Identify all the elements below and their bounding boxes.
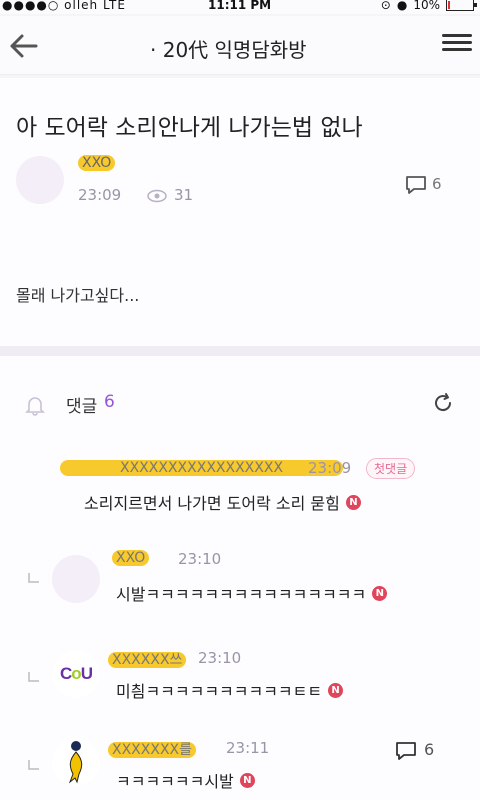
comment-text-content: 시발ㅋㅋㅋㅋㅋㅋㅋㅋㅋㅋㅋㅋㅋㅋㅋ bbox=[116, 585, 367, 604]
comment-text-content: ㅋㅋㅋㅋㅋㅋ시발 bbox=[116, 772, 234, 791]
post-body: 몰래 나가고싶다... bbox=[16, 286, 140, 305]
comment-text-content: 미칌ㅋㅋㅋㅋㅋㅋㅋㅋㅋㅋㅌㅌ bbox=[116, 682, 323, 701]
comment-author[interactable]: XXXXXXX를 bbox=[108, 739, 197, 759]
comment-text: ㅋㅋㅋㅋㅋㅋ시발 N bbox=[116, 768, 255, 792]
avatar[interactable] bbox=[52, 555, 100, 603]
new-badge: N bbox=[328, 682, 344, 698]
battery-icon bbox=[446, 0, 477, 11]
comments-label: 댓글 bbox=[66, 397, 98, 417]
refresh-icon[interactable] bbox=[432, 392, 454, 414]
comment-text: 미칌ㅋㅋㅋㅋㅋㅋㅋㅋㅋㅋㅌㅌ N bbox=[116, 678, 344, 702]
reply-arrow-icon bbox=[28, 760, 39, 770]
new-badge: N bbox=[345, 494, 361, 510]
comment-time: 23:10 bbox=[178, 550, 222, 568]
comment-author[interactable]: XXXXXX쓰 bbox=[108, 649, 187, 669]
comments-header: 댓글 6 bbox=[0, 356, 480, 446]
avatar[interactable] bbox=[52, 738, 100, 786]
cu-logo: CoU bbox=[60, 664, 93, 683]
avatar[interactable] bbox=[16, 156, 64, 204]
comment-time: 23:11 bbox=[226, 739, 270, 757]
post-time: 23:09 bbox=[78, 186, 122, 204]
comment-item: CoU XXXXXX쓰 23:10 미칌ㅋㅋㅋㅋㅋㅋㅋㅋㅋㅋㅌㅌ N bbox=[0, 646, 480, 726]
comment-time: 23:09 bbox=[308, 459, 352, 477]
comment-item: XXXXXXXXXXXXXXXXX 23:09 첫댓글 소리지르면서 나가면 도… bbox=[0, 446, 480, 516]
comment-bubble-icon bbox=[406, 176, 426, 194]
comment-author[interactable]: XXO bbox=[112, 550, 150, 566]
reply-arrow-icon bbox=[28, 672, 39, 682]
carrier-label: ●●●●○ olleh LTE bbox=[2, 0, 126, 12]
comment-text: 소리지르면서 나가면 도어락 소리 묻힘 N bbox=[84, 490, 361, 514]
yellow-ribbon-icon bbox=[68, 741, 83, 784]
post-views: 31 bbox=[174, 186, 194, 204]
post-author[interactable]: XXO bbox=[78, 155, 116, 171]
battery-percent: 10% bbox=[413, 0, 440, 12]
comment-text-content: 소리지르면서 나가면 도어락 소리 묻힘 bbox=[84, 494, 340, 513]
post-comment-count: 6 bbox=[432, 175, 442, 193]
status-right: ⊙ ● 10% bbox=[380, 0, 477, 12]
bell-icon[interactable] bbox=[24, 394, 46, 416]
top-nav: · 20代 익명담화방 bbox=[0, 16, 480, 75]
new-badge: N bbox=[239, 772, 255, 788]
lock-icon: ⊙ bbox=[380, 0, 391, 12]
avatar[interactable]: CoU bbox=[52, 650, 100, 698]
status-bar: ●●●●○ olleh LTE 11:11 PM ⊙ ● 10% bbox=[0, 0, 480, 14]
eye-icon bbox=[147, 189, 167, 203]
comment-item: XXO 23:10 시발ㅋㅋㅋㅋㅋㅋㅋㅋㅋㅋㅋㅋㅋㅋㅋ N bbox=[0, 541, 480, 621]
hamburger-menu-icon[interactable] bbox=[442, 30, 472, 60]
section-divider bbox=[0, 346, 480, 356]
post-title: 아 도어락 소리안나게 나가는법 없나 bbox=[16, 115, 363, 141]
comment-bubble-icon[interactable] bbox=[394, 740, 418, 762]
comments-section: 댓글 6 XXXXXXXXXXXXXXXXX 23:09 첫댓글 소리지르면서 … bbox=[0, 356, 480, 800]
board-title: · 20代 익명담화방 bbox=[150, 38, 307, 62]
comment-author[interactable]: XXXXXXXXXXXXXXXXX bbox=[60, 460, 344, 476]
new-badge: N bbox=[372, 585, 388, 601]
comment-time: 23:10 bbox=[198, 649, 242, 667]
clock: 11:11 PM bbox=[208, 0, 272, 12]
back-arrow-icon[interactable] bbox=[6, 28, 42, 64]
footer-comment-count: 6 bbox=[424, 740, 435, 759]
first-comment-badge: 첫댓글 bbox=[366, 458, 416, 479]
post: 아 도어락 소리안나게 나가는법 없나 XXO 23:09 31 6 몰래 나가… bbox=[0, 78, 480, 346]
alarm-icon: ● bbox=[396, 0, 408, 12]
comment-text: 시발ㅋㅋㅋㅋㅋㅋㅋㅋㅋㅋㅋㅋㅋㅋㅋ N bbox=[116, 581, 388, 605]
reply-arrow-icon bbox=[28, 573, 39, 583]
comments-count: 6 bbox=[104, 392, 115, 412]
